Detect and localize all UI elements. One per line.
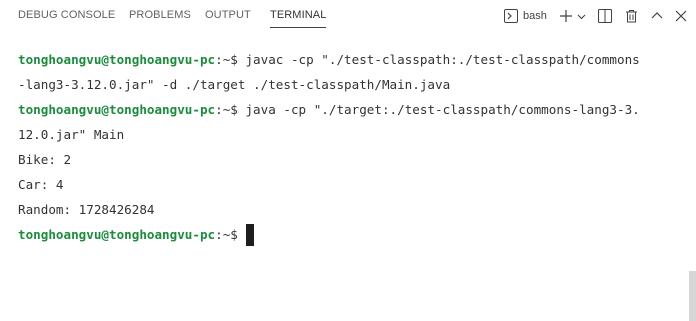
prompt-suffix: :~$ xyxy=(215,52,238,67)
close-panel-button[interactable] xyxy=(673,6,689,26)
terminal-line: Car: 4 xyxy=(18,172,688,197)
trash-icon xyxy=(625,9,638,23)
terminal-output[interactable]: tonghoangvu@tonghoangvu-pc:~$ javac -cp … xyxy=(18,47,688,247)
tab-problems[interactable]: PROBLEMS xyxy=(129,9,191,21)
tab-output[interactable]: OUTPUT xyxy=(205,9,251,21)
chevron-up-icon xyxy=(651,10,663,22)
command-text xyxy=(238,227,246,242)
terminal-line: -lang3-3.12.0.jar" -d ./target ./test-cl… xyxy=(18,72,688,97)
terminal-line: tonghoangvu@tonghoangvu-pc:~$ javac -cp … xyxy=(18,47,688,72)
terminal-name: bash xyxy=(523,10,547,22)
terminal-selector[interactable]: bash xyxy=(504,6,554,26)
terminal-line: Bike: 2 xyxy=(18,147,688,172)
panel-header: DEBUG CONSOLE PROBLEMS OUTPUT TERMINAL b… xyxy=(0,0,696,34)
scrollbar-thumb[interactable] xyxy=(689,271,696,321)
terminal-line: tonghoangvu@tonghoangvu-pc:~$ xyxy=(18,222,688,247)
tab-terminal[interactable]: TERMINAL xyxy=(270,9,327,28)
terminal-line: tonghoangvu@tonghoangvu-pc:~$ java -cp "… xyxy=(18,97,688,122)
tab-debug-console[interactable]: DEBUG CONSOLE xyxy=(18,9,115,21)
chevron-down-icon xyxy=(577,12,586,21)
output-text: Car: 4 xyxy=(18,177,64,192)
plus-icon xyxy=(559,9,573,23)
terminal-line: Random: 1728426284 xyxy=(18,197,688,222)
command-text: -lang3-3.12.0.jar" -d ./target ./test-cl… xyxy=(18,77,451,92)
terminal-prompt: tonghoangvu@tonghoangvu-pc xyxy=(18,52,216,67)
command-text: javac -cp "./test-classpath:./test-class… xyxy=(237,52,640,67)
tab-terminal-label: TERMINAL xyxy=(270,9,327,21)
active-tab-indicator xyxy=(270,27,327,28)
terminal-line: 12.0.jar" Main xyxy=(18,122,688,147)
new-terminal-button[interactable] xyxy=(558,6,574,26)
command-text: 12.0.jar" Main xyxy=(18,127,125,142)
prompt-suffix: :~$ xyxy=(215,227,238,242)
split-icon xyxy=(598,9,612,23)
terminal-cursor xyxy=(246,223,255,246)
terminal-dropdown-button[interactable] xyxy=(576,6,586,26)
output-text: Random: 1728426284 xyxy=(18,202,155,217)
output-text: Bike: 2 xyxy=(18,152,72,167)
terminal-prompt: tonghoangvu@tonghoangvu-pc xyxy=(18,227,216,242)
split-terminal-button[interactable] xyxy=(597,6,613,26)
command-text: java -cp "./target:./test-classpath/comm… xyxy=(237,102,640,117)
terminal-prompt: tonghoangvu@tonghoangvu-pc xyxy=(18,102,216,117)
terminal-icon xyxy=(504,9,518,23)
prompt-suffix: :~$ xyxy=(215,102,238,117)
close-icon xyxy=(675,10,687,22)
maximize-panel-button[interactable] xyxy=(649,6,665,26)
kill-terminal-button[interactable] xyxy=(623,6,639,26)
